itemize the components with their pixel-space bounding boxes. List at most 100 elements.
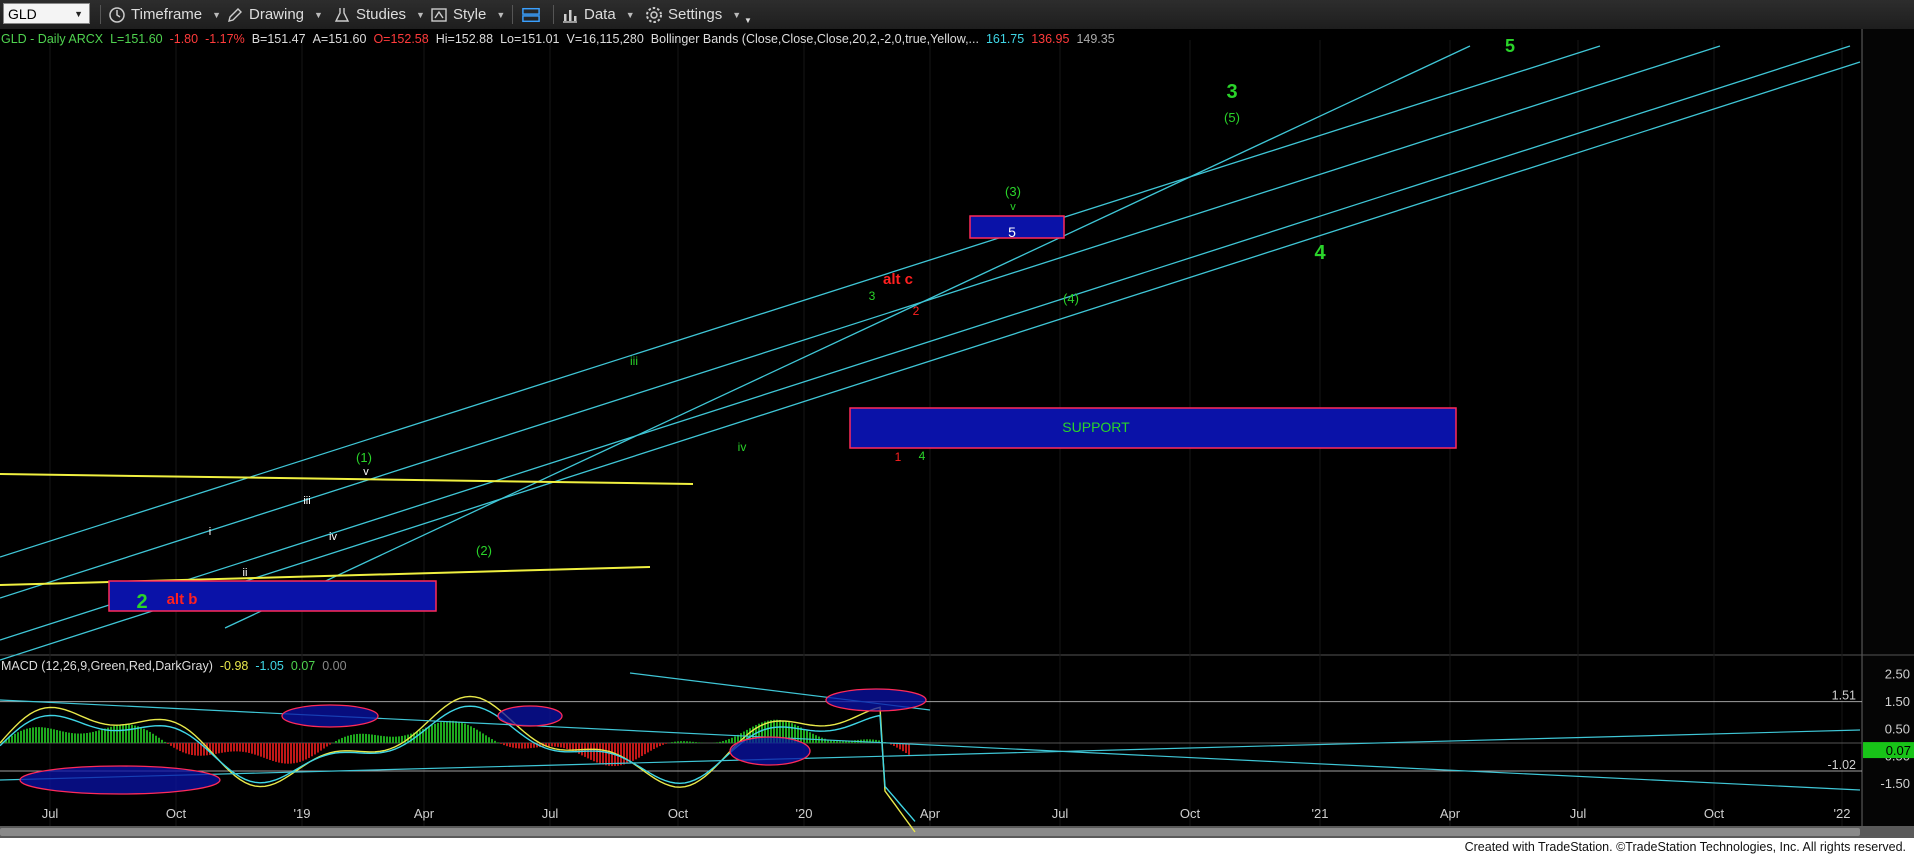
macd-histogram-bar bbox=[11, 735, 13, 743]
macd-histogram-bar bbox=[602, 743, 604, 765]
time-axis-label: Oct bbox=[1704, 806, 1725, 821]
chevron-down-icon: ▼ bbox=[496, 9, 506, 20]
wave-label: i bbox=[209, 526, 211, 538]
macd-histogram-bar bbox=[650, 743, 652, 751]
macd-histogram-bar bbox=[680, 741, 682, 743]
symbol-input[interactable]: GLD ▼ bbox=[3, 3, 90, 24]
header-field: Lo=151.01 bbox=[500, 32, 559, 46]
macd-histogram-bar bbox=[734, 736, 736, 743]
macd-histogram-bar bbox=[17, 732, 19, 743]
time-axis-label: Oct bbox=[668, 806, 689, 821]
time-axis-label: Apr bbox=[1440, 806, 1461, 821]
macd-histogram-bar bbox=[308, 743, 310, 758]
macd-histogram-bar bbox=[554, 743, 556, 747]
macd-histogram-bar bbox=[38, 727, 40, 743]
macd-histogram-bar bbox=[158, 737, 160, 743]
macd-histogram-bar bbox=[530, 743, 532, 749]
macd-histogram-bar bbox=[629, 743, 631, 763]
header-field: Bollinger Bands (Close,Close,Close,20,2,… bbox=[651, 32, 979, 46]
macd-histogram-bar bbox=[569, 743, 571, 751]
drawing-menu[interactable]: Drawing ▼ bbox=[226, 4, 323, 25]
macd-histogram-bar bbox=[170, 743, 172, 746]
macd-histogram-bar bbox=[140, 727, 142, 743]
macd-histogram-bar bbox=[506, 743, 508, 747]
studies-menu[interactable]: Studies ▼ bbox=[333, 4, 425, 25]
macd-histogram-bar bbox=[548, 743, 550, 747]
macd-histogram-bar bbox=[350, 734, 352, 743]
time-axis-label: Apr bbox=[920, 806, 941, 821]
macd-histogram-bar bbox=[224, 743, 226, 753]
macd-histogram-bar bbox=[320, 743, 322, 751]
timeframe-menu[interactable]: Timeframe ▼ bbox=[108, 4, 221, 25]
toolbar-overflow-button[interactable]: ▼ bbox=[744, 4, 752, 25]
macd-histogram-bar bbox=[497, 742, 499, 743]
macd-histogram-bar bbox=[656, 743, 658, 748]
macd-histogram-bar bbox=[578, 743, 580, 754]
macd-histogram-bar bbox=[44, 727, 46, 743]
layout-button[interactable] bbox=[522, 4, 545, 25]
macd-histogram-bar bbox=[491, 739, 493, 743]
macd-histogram-bar bbox=[374, 734, 376, 743]
macd-histogram-bar bbox=[653, 743, 655, 750]
macd-histogram-bar bbox=[443, 721, 445, 743]
macd-histogram-bar bbox=[692, 741, 694, 743]
macd-histogram-bar bbox=[278, 743, 280, 763]
macd-histogram-bar bbox=[149, 731, 151, 743]
header-field: 161.75 bbox=[986, 32, 1024, 46]
macd-histogram-bar bbox=[467, 724, 469, 743]
macd-histogram-bar bbox=[386, 736, 388, 743]
macd-histogram-bar bbox=[398, 736, 400, 743]
macd-histogram-bar bbox=[563, 743, 565, 749]
macd-histogram-bar bbox=[731, 737, 733, 743]
macd-histogram-bar bbox=[437, 722, 439, 743]
macd-histogram-bar bbox=[290, 743, 292, 764]
macd-histogram-bar bbox=[806, 730, 808, 743]
style-menu[interactable]: Style ▼ bbox=[430, 4, 505, 25]
macd-histogram-bar bbox=[395, 736, 397, 743]
macd-histogram-bar bbox=[230, 743, 232, 752]
macd-histogram-bar bbox=[326, 743, 328, 747]
wave-label: v bbox=[1010, 201, 1016, 213]
macd-histogram-bar bbox=[113, 726, 115, 743]
zone-box bbox=[849, 407, 1457, 449]
macd-histogram-bar bbox=[593, 743, 595, 762]
chart-toolbar: GLD ▼ Timeframe ▼ Drawing ▼ Studies ▼ St… bbox=[0, 0, 1914, 30]
macd-histogram-bar bbox=[86, 733, 88, 743]
time-axis-label: '19 bbox=[294, 806, 311, 821]
macd-histogram-bar bbox=[509, 743, 511, 748]
macd-histogram-bar bbox=[23, 729, 25, 743]
wave-label: (1) bbox=[356, 450, 372, 465]
wave-label: 3 bbox=[1226, 81, 1237, 103]
time-axis-label: Jul bbox=[1052, 806, 1069, 821]
wave-label: alt b bbox=[167, 591, 198, 608]
macd-histogram-bar bbox=[185, 743, 187, 754]
symbol-value: GLD bbox=[8, 5, 37, 22]
wave-label: 2 bbox=[913, 304, 920, 318]
macd-histogram-bar bbox=[644, 743, 646, 755]
wave-label: 4 bbox=[1314, 242, 1326, 264]
macd-histogram-bar bbox=[452, 720, 454, 743]
axis-background bbox=[1862, 29, 1914, 838]
macd-histogram-bar bbox=[392, 736, 394, 743]
wave-label: (3) bbox=[1005, 184, 1021, 199]
macd-histogram-bar bbox=[695, 742, 697, 743]
chevron-down-icon: ▼ bbox=[212, 9, 222, 20]
toolbar-divider bbox=[512, 5, 513, 24]
data-menu[interactable]: Data ▼ bbox=[561, 4, 635, 25]
macd-histogram-bar bbox=[62, 731, 64, 743]
macd-histogram-bar bbox=[356, 733, 358, 743]
macd-histogram-bar bbox=[260, 743, 262, 757]
macd-histogram-bar bbox=[14, 733, 16, 743]
settings-menu[interactable]: Settings ▼ bbox=[645, 4, 741, 25]
macd-histogram-bar bbox=[131, 724, 133, 743]
macd-histogram-bar bbox=[338, 739, 340, 743]
header-field: GLD - Daily ARCX bbox=[1, 32, 104, 46]
flask-icon bbox=[333, 6, 351, 24]
macd-histogram-bar bbox=[638, 743, 640, 758]
zone-box-label: 5 bbox=[1008, 224, 1016, 240]
macd-histogram-bar bbox=[482, 733, 484, 743]
chevron-down-icon: ▼ bbox=[74, 8, 83, 19]
macd-histogram-bar bbox=[479, 731, 481, 743]
price-chart[interactable]: 197.32261.80% (188.76)238.20% (181.76)17… bbox=[0, 29, 1914, 857]
header-field: MACD (12,26,9,Green,Red,DarkGray) bbox=[1, 659, 213, 673]
